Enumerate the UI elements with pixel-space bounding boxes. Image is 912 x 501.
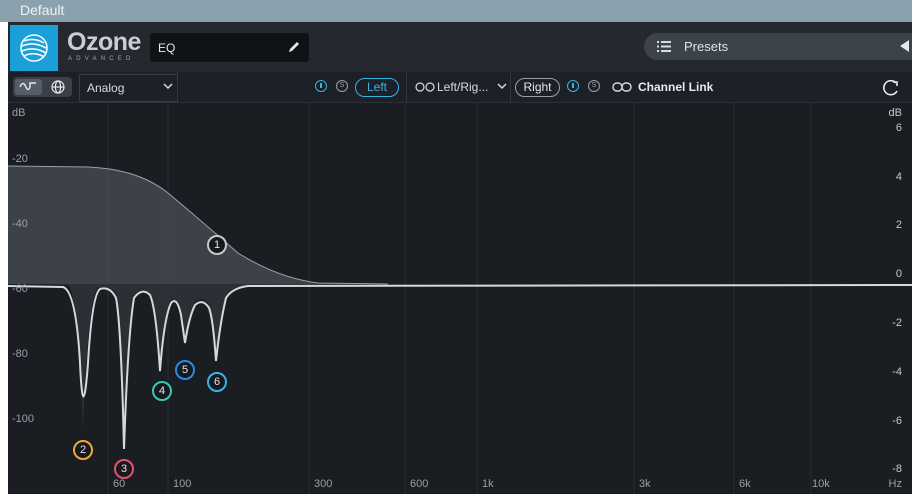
presets-label: Presets bbox=[684, 39, 729, 54]
host-window-edge bbox=[0, 494, 912, 501]
freq-tick: 60 bbox=[113, 478, 126, 490]
stereo-mode-select[interactable]: Left/Rig... bbox=[406, 72, 511, 102]
eq-node-6[interactable]: 6 bbox=[207, 372, 227, 392]
module-name: EQ bbox=[158, 41, 176, 55]
left-channel-button[interactable]: Left bbox=[355, 78, 399, 97]
presets-button[interactable]: Presets bbox=[644, 33, 912, 60]
ozone-plugin-window: Ozone ADVANCED EQ Presets Analog S Left … bbox=[8, 22, 912, 494]
filter-mode-value: Analog bbox=[87, 81, 125, 95]
freq-tick: 10k bbox=[812, 478, 830, 490]
low-shelf-fill bbox=[8, 166, 388, 284]
right-db-tick: 0 bbox=[895, 268, 902, 280]
freq-tick: 300 bbox=[314, 478, 333, 490]
globe-icon[interactable] bbox=[51, 80, 65, 94]
right-db-tick: 6 bbox=[895, 122, 902, 134]
right-db-tick: 4 bbox=[895, 171, 902, 183]
collapse-arrow-icon[interactable] bbox=[898, 39, 910, 53]
right-db-tick: 2 bbox=[895, 219, 902, 231]
list-icon bbox=[657, 41, 671, 52]
right-db-tick: -6 bbox=[892, 415, 902, 427]
freq-tick: 100 bbox=[173, 478, 192, 490]
eq-node-2[interactable]: 2 bbox=[73, 440, 93, 460]
freq-tick: 6k bbox=[739, 478, 751, 490]
stereo-mode-value: Left/Rig... bbox=[437, 80, 489, 94]
eq-curve-canvas bbox=[8, 103, 912, 494]
left-db-tick: -40 bbox=[12, 218, 28, 230]
channel-link-label[interactable]: Channel Link bbox=[638, 80, 713, 94]
stereo-rings-icon bbox=[415, 82, 435, 92]
curve-wave-icon[interactable] bbox=[19, 80, 37, 94]
toolbar-divider bbox=[177, 72, 178, 102]
view-mode-toggle[interactable] bbox=[13, 77, 72, 97]
module-name-field[interactable]: EQ bbox=[150, 33, 309, 62]
right-channel-button[interactable]: Right bbox=[515, 78, 560, 97]
right-solo-icon[interactable]: S bbox=[588, 80, 600, 92]
left-db-tick: -20 bbox=[12, 153, 28, 165]
notch-fill bbox=[28, 284, 388, 449]
eq-graph[interactable]: dB -20 -40 -60 -80 -100 dB 6 4 2 0 -2 -4… bbox=[8, 103, 912, 494]
right-mute-icon[interactable] bbox=[567, 80, 579, 92]
chevron-down-icon bbox=[163, 83, 173, 90]
header-bar: Ozone ADVANCED EQ Presets bbox=[8, 22, 912, 72]
freq-tick: 1k bbox=[482, 478, 494, 490]
chevron-down-icon bbox=[497, 83, 507, 90]
freq-axis-unit: Hz bbox=[888, 478, 902, 490]
pencil-icon[interactable] bbox=[287, 40, 301, 54]
window-titlebar: Default bbox=[0, 0, 912, 22]
right-axis-unit: dB bbox=[888, 107, 902, 119]
left-db-tick: -100 bbox=[12, 413, 35, 425]
eq-node-4[interactable]: 4 bbox=[152, 381, 172, 401]
left-mute-icon[interactable] bbox=[315, 80, 327, 92]
freq-tick: 600 bbox=[410, 478, 429, 490]
eq-node-3[interactable]: 3 bbox=[114, 459, 134, 479]
eq-node-5[interactable]: 5 bbox=[175, 360, 195, 380]
app-edition: ADVANCED bbox=[68, 56, 135, 62]
window-title: Default bbox=[20, 2, 65, 18]
right-db-tick: -2 bbox=[892, 317, 902, 329]
chain-link-icon[interactable] bbox=[612, 82, 632, 92]
left-db-tick: -80 bbox=[12, 348, 28, 360]
eq-node-1[interactable]: 1 bbox=[207, 235, 227, 255]
left-solo-icon[interactable]: S bbox=[336, 80, 348, 92]
freq-tick: 3k bbox=[639, 478, 651, 490]
right-db-tick: -8 bbox=[892, 463, 902, 475]
eq-response-curve bbox=[8, 284, 912, 450]
eq-toolbar: Analog S Left Left/Rig... Right S Channe… bbox=[8, 72, 912, 103]
ozone-logo-icon[interactable] bbox=[10, 25, 58, 71]
right-db-tick: -4 bbox=[892, 366, 902, 378]
left-axis-unit: dB bbox=[12, 107, 26, 119]
reset-icon[interactable] bbox=[881, 78, 901, 98]
left-db-tick: -60 bbox=[12, 283, 28, 295]
app-wordmark: Ozone bbox=[67, 28, 141, 56]
filter-mode-select[interactable]: Analog bbox=[79, 74, 178, 102]
